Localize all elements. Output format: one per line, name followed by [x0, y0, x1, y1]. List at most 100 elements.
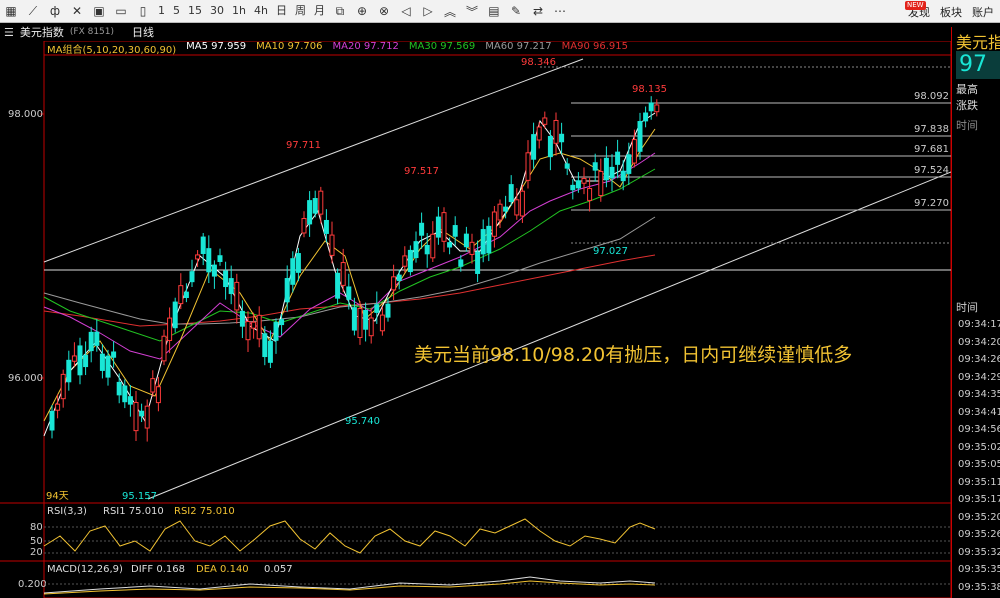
- candle-body: [603, 157, 609, 181]
- down-icon[interactable]: ︾: [461, 0, 483, 22]
- period-5[interactable]: 5: [169, 0, 184, 22]
- candle-body: [94, 331, 100, 346]
- candle-body: [452, 225, 458, 237]
- candle-body: [183, 291, 189, 298]
- bar-icon[interactable]: ▣: [88, 0, 110, 22]
- scroll-right-icon[interactable]: ▷: [417, 0, 439, 22]
- rsi1-value: RSI1 75.010: [103, 506, 164, 517]
- candle-body: [497, 203, 503, 221]
- compare-icon[interactable]: ⇄: [527, 0, 549, 22]
- account-tab[interactable]: 账户: [972, 4, 994, 20]
- candle-body: [161, 335, 167, 362]
- layers-icon[interactable]: ⧉: [329, 0, 351, 22]
- grid-icon[interactable]: ▦: [0, 0, 22, 22]
- candle-body: [396, 274, 402, 281]
- candle-body: [531, 134, 537, 160]
- candle-body: [301, 218, 307, 234]
- tick-time-row: 09:34:41: [958, 406, 1000, 418]
- candle-body: [290, 258, 296, 285]
- candle-body: [228, 278, 234, 295]
- table-icon[interactable]: ▤: [483, 0, 505, 22]
- candle-body: [508, 184, 514, 203]
- menu-icon[interactable]: ☰: [4, 26, 14, 39]
- candle-icon[interactable]: ф: [44, 0, 66, 22]
- macd-diff-line: [43, 576, 656, 594]
- candle-body: [172, 301, 178, 329]
- candle-body: [480, 229, 486, 255]
- line-chart-icon[interactable]: ⟋: [22, 0, 44, 22]
- candle-body: [402, 255, 408, 267]
- candle-body: [542, 117, 548, 125]
- candle-body: [111, 351, 117, 358]
- up-icon[interactable]: ︽: [439, 0, 461, 22]
- candle-body: [105, 355, 111, 378]
- candle-body: [295, 253, 301, 273]
- sector-tab[interactable]: 板块: [940, 4, 962, 20]
- zoom-in-icon[interactable]: ⊕: [351, 0, 373, 22]
- candle-body: [267, 340, 273, 363]
- candle-body: [329, 234, 335, 256]
- analysis-annotation: 美元当前98.10/98.20有抛压，日内可继续谨慎低多: [414, 344, 853, 366]
- period-4h[interactable]: 4h: [250, 0, 272, 22]
- label-97517: 97.517: [404, 166, 439, 177]
- period-1h[interactable]: 1h: [228, 0, 250, 22]
- macd-diff: DIFF 0.168: [131, 564, 185, 575]
- days-count: 94天: [46, 491, 69, 502]
- crossline-icon[interactable]: ✕: [66, 0, 88, 22]
- quote-price: 97: [956, 51, 1000, 79]
- macd-title: MACD(12,26,9): [47, 564, 123, 575]
- candle-body: [262, 333, 268, 358]
- candle-body: [49, 410, 55, 431]
- doc-icon[interactable]: ▯: [132, 0, 154, 22]
- candle-body: [413, 241, 419, 259]
- candle-body: [379, 314, 385, 332]
- period-month[interactable]: 月: [310, 0, 329, 22]
- candle-body: [385, 303, 391, 318]
- candle-body: [83, 354, 89, 368]
- candle-body: [167, 317, 173, 341]
- label-97027: 97.027: [593, 246, 628, 257]
- candle-body: [71, 355, 77, 362]
- candle-body: [178, 285, 184, 305]
- draw-icon[interactable]: ✎: [505, 0, 527, 22]
- candle-body: [620, 170, 626, 182]
- ma-group-label[interactable]: MA组合(5,10,20,30,60,90): [47, 41, 176, 56]
- save-icon[interactable]: ▭: [110, 0, 132, 22]
- candle-body: [553, 119, 559, 144]
- period-week[interactable]: 周: [291, 0, 310, 22]
- ma90-label: MA90 96.915: [561, 41, 629, 52]
- candle-body: [251, 321, 257, 329]
- tick-time-row: 09:35:05: [958, 459, 1000, 470]
- quote-panel: 美元指 97 最高 涨跌 时间 时间 09:34:17 09:34:20 09:34…: [951, 27, 1000, 598]
- chart-area[interactable]: 98.000 96.000 98.092 97.838 97.681 97.52…: [0, 40, 952, 598]
- candle-body: [312, 198, 318, 214]
- candle-body: [368, 317, 374, 337]
- candle-body: [615, 151, 621, 165]
- candle-body: [307, 200, 313, 225]
- period-15[interactable]: 15: [184, 0, 206, 22]
- time-header-2: 时间: [956, 301, 978, 314]
- period-day[interactable]: 日: [272, 0, 291, 22]
- candle-body: [391, 276, 397, 291]
- rsi-line: [43, 518, 656, 554]
- quote-symbol-name: 美元指: [956, 33, 1000, 52]
- more-icon[interactable]: ⋯: [549, 0, 571, 22]
- scroll-left-icon[interactable]: ◁: [395, 0, 417, 22]
- candle-body: [284, 278, 290, 303]
- period-label[interactable]: 日线: [132, 24, 154, 40]
- tick-time-row: 09:35:26: [958, 529, 1000, 540]
- candle-body: [458, 259, 464, 267]
- period-30[interactable]: 30: [206, 0, 228, 22]
- candle-body: [648, 102, 654, 112]
- macd-dea: DEA 0.140: [196, 564, 249, 575]
- candle-body: [200, 236, 206, 254]
- candle-body: [519, 190, 525, 217]
- candle-body: [514, 199, 520, 216]
- zoom-out-icon[interactable]: ⊗: [373, 0, 395, 22]
- level-label-5: 97.270: [914, 198, 949, 209]
- level-label-2: 97.838: [914, 124, 949, 135]
- rsi-tick-80: 80: [30, 522, 43, 533]
- period-1[interactable]: 1: [154, 0, 169, 22]
- level-label-1: 98.092: [914, 91, 949, 102]
- candle-body: [55, 403, 61, 411]
